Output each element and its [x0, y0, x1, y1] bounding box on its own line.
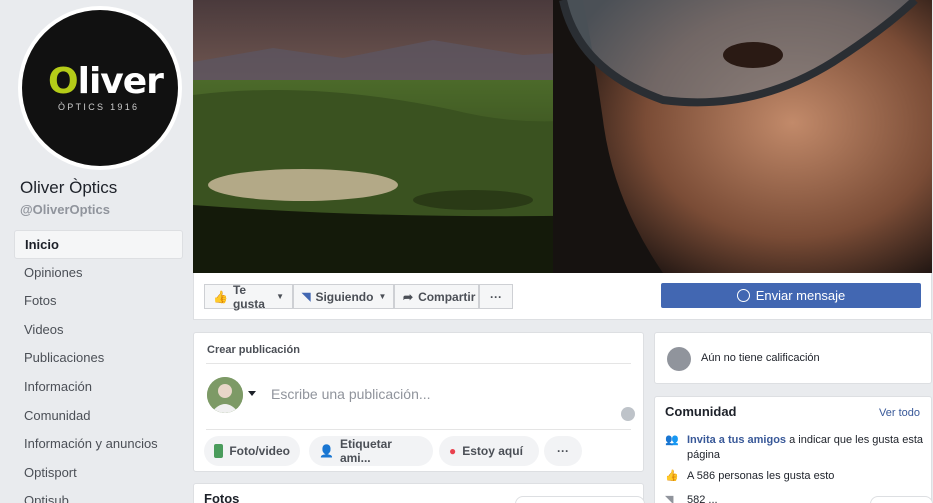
rating-text: Aún no tiene calificación	[701, 352, 820, 364]
create-post-card: Crear publicación Escribe una publicació…	[193, 332, 644, 472]
logo-o: O	[48, 61, 79, 102]
sidebar-item-publicaciones[interactable]: Publicaciones	[14, 344, 183, 373]
photos-title[interactable]: Fotos	[204, 491, 239, 503]
tag-person-icon: 👤	[319, 444, 334, 458]
logo: Oliver ÒPTICS 1916	[22, 10, 178, 166]
rating-card: Aún no tiene calificación	[654, 332, 932, 384]
sidebar-item-informacion[interactable]: Información	[14, 373, 183, 402]
logo-text: liver	[77, 61, 164, 102]
messenger-icon	[736, 289, 750, 302]
emoji-icon[interactable]	[621, 407, 635, 421]
page-title[interactable]: Oliver Òptics	[20, 178, 117, 198]
friends-icon: 👥	[665, 434, 679, 446]
check-in-button[interactable]: ● Estoy aquí	[439, 436, 539, 466]
page-action-bar: 👍 Te gusta ▼ ◥ Siguiendo ▼ ➦ Compartir ·…	[193, 273, 932, 320]
create-post-title: Crear publicación	[207, 344, 300, 356]
sidebar-item-informacion-anuncios[interactable]: Información y anuncios	[14, 430, 183, 459]
tag-friends-button[interactable]: 👤 Etiquetar ami...	[309, 436, 433, 466]
chat-tab[interactable]	[870, 496, 933, 503]
sidebar-item-opiniones[interactable]: Opiniones	[14, 259, 183, 288]
rss-icon: ◥	[665, 494, 674, 503]
sidebar-item-comunidad[interactable]: Comunidad	[14, 402, 183, 431]
caret-down-icon[interactable]	[248, 391, 256, 396]
caret-down-icon: ▼	[276, 292, 284, 301]
more-icon: ···	[557, 444, 569, 458]
likes-row: 👍 A 586 personas les gusta esto	[665, 469, 923, 484]
location-pin-icon: ●	[449, 444, 457, 458]
photo-video-button[interactable]: Foto/video	[204, 436, 300, 466]
poster-avatar[interactable]	[207, 377, 243, 413]
follows-count: 582 ...	[687, 494, 718, 503]
more-icon: ···	[490, 289, 502, 304]
invite-row: 👥 Invita a tus amigos a indicar que les …	[665, 433, 923, 463]
sidebar-item-inicio[interactable]: Inicio	[14, 230, 183, 259]
invite-friends-link[interactable]: Invita a tus amigos	[687, 434, 786, 446]
follow-button[interactable]: ◥ Siguiendo ▼	[293, 284, 394, 309]
cover-photo[interactable]	[193, 0, 932, 273]
sidebar-item-fotos[interactable]: Fotos	[14, 287, 183, 316]
thumbs-up-icon: 👍	[213, 289, 228, 304]
divider	[206, 429, 631, 430]
post-input[interactable]: Escribe una publicación...	[271, 386, 431, 402]
send-message-button[interactable]: Enviar mensaje	[661, 283, 921, 308]
more-post-options-button[interactable]: ···	[544, 436, 582, 466]
sidebar-item-videos[interactable]: Videos	[14, 316, 183, 345]
more-options-button[interactable]: ···	[479, 284, 513, 309]
chat-tab[interactable]	[515, 496, 645, 503]
community-card: Comunidad Ver todo 👥 Invita a tus amigos…	[654, 396, 932, 503]
profile-picture[interactable]: Oliver ÒPTICS 1916	[18, 6, 182, 170]
page-handle[interactable]: @OliverOptics	[20, 202, 110, 217]
sidebar-item-optisub[interactable]: Optisub	[14, 487, 183, 503]
community-title: Comunidad	[665, 404, 737, 419]
photo-icon	[214, 444, 224, 458]
sidebar-nav: Inicio Opiniones Fotos Videos Publicacio…	[14, 230, 183, 503]
sidebar-item-optisport[interactable]: Optisport	[14, 459, 183, 488]
share-arrow-icon: ➦	[403, 289, 414, 304]
rating-bubble-icon	[667, 347, 691, 371]
divider	[206, 363, 631, 364]
cover-image	[193, 0, 932, 273]
logo-subtitle: ÒPTICS 1916	[58, 102, 140, 112]
like-button[interactable]: 👍 Te gusta ▼	[204, 283, 293, 311]
likes-count: A 586 personas les gusta esto	[687, 470, 835, 482]
avatar-image	[207, 377, 243, 413]
rss-icon: ◥	[302, 291, 311, 303]
share-button[interactable]: ➦ Compartir	[394, 284, 479, 309]
page-sidebar: Oliver ÒPTICS 1916 Oliver Òptics @Oliver…	[0, 0, 192, 503]
thumbs-up-icon: 👍	[665, 470, 679, 482]
caret-down-icon: ▼	[378, 292, 387, 301]
see-all-link[interactable]: Ver todo	[879, 407, 920, 419]
